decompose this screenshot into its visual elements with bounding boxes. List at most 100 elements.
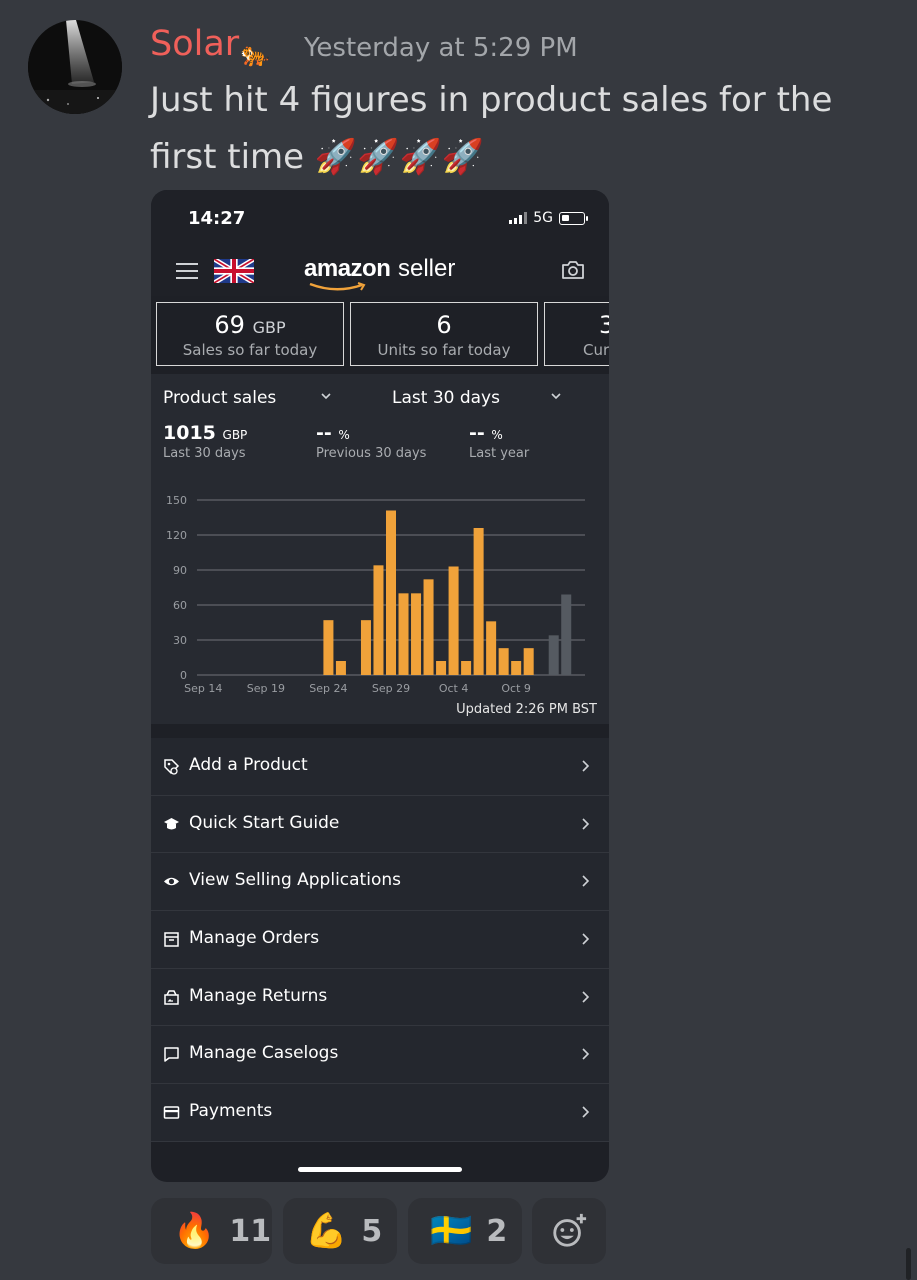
x-tick-label: Sep 19	[247, 682, 285, 695]
current-tile-cut-off[interactable]: 3 Curr	[544, 302, 609, 366]
chevron-right-icon	[582, 760, 590, 772]
scrollbar[interactable]	[906, 1248, 911, 1280]
metric-previous: -- % Previous 30 days	[316, 422, 427, 461]
chart-bar	[523, 648, 534, 675]
metric-current: 1015 GBP Last 30 days	[163, 422, 248, 461]
menu-item-label: View Selling Applications	[189, 870, 401, 891]
message-text: Just hit 4 figures in product sales for …	[150, 80, 833, 177]
updated-timestamp: Updated 2:26 PM BST	[456, 702, 597, 717]
menu-item-manage-returns[interactable]: Manage Returns	[151, 968, 609, 1027]
camera-icon[interactable]	[561, 260, 585, 280]
reaction-count: 5	[361, 1213, 383, 1249]
menu-item-quick-start-guide[interactable]: Quick Start Guide	[151, 795, 609, 854]
reaction-emoji: 💪	[305, 1211, 348, 1251]
menu-item-payments[interactable]: Payments	[151, 1084, 609, 1142]
message-timestamp[interactable]: Yesterday at 5:29 PM	[304, 33, 578, 63]
chart-bar	[398, 593, 409, 675]
menu-item-manage-caselogs[interactable]: Manage Caselogs	[151, 1026, 609, 1085]
add-reaction-button[interactable]	[532, 1198, 606, 1264]
menu-item-label: Add a Product	[189, 755, 308, 775]
menu-item-manage-orders[interactable]: Manage Orders	[151, 911, 609, 969]
chart-bar	[498, 648, 509, 675]
status-time: 14:27	[188, 208, 246, 229]
signal-icon	[509, 212, 528, 224]
menu-item-label: Manage Returns	[189, 985, 328, 1006]
reaction-pill[interactable]: 💪 5	[283, 1198, 397, 1264]
menu-item-label: Manage Orders	[189, 928, 320, 949]
chart-bar	[360, 620, 371, 675]
x-tick-label: Sep 14	[184, 682, 222, 695]
chart-bar	[323, 620, 334, 675]
reaction-pill[interactable]: 🔥 11	[151, 1198, 272, 1264]
chevron-right-icon	[582, 1106, 590, 1118]
chevron-right-icon	[582, 991, 590, 1003]
range-dropdown[interactable]: Last 30 days	[392, 388, 500, 408]
action-menu: Add a Product Quick Start Guide View Selli…	[151, 738, 609, 1142]
y-tick-label: 90	[173, 564, 187, 577]
kpi-tiles: 69 GBP Sales so far today 6 Units so far…	[156, 302, 609, 368]
chart-bar	[548, 635, 559, 675]
box-icon	[164, 932, 179, 947]
chevron-down-icon[interactable]	[320, 390, 332, 402]
y-tick-label: 0	[180, 669, 187, 682]
chart-bar	[423, 579, 434, 675]
reaction-count: 2	[486, 1213, 508, 1249]
amazon-seller-logo: amazon seller	[304, 254, 455, 291]
spotlight-image	[28, 20, 122, 114]
y-tick-label: 150	[166, 494, 187, 507]
chart-bar	[373, 565, 384, 675]
home-indicator	[298, 1167, 462, 1172]
x-tick-label: Sep 29	[372, 682, 410, 695]
eye-icon	[164, 878, 179, 886]
y-tick-label: 60	[173, 599, 187, 612]
attached-screenshot[interactable]: 14:27 5G amazon seller 69 GBP Sales so f…	[151, 190, 609, 1182]
chart-bar	[511, 661, 522, 675]
amazon-smile-icon	[309, 282, 366, 291]
tag-icon	[164, 759, 180, 775]
reaction-pill[interactable]: 🇸🇪 2	[408, 1198, 522, 1264]
x-tick-label: Oct 4	[439, 682, 469, 695]
battery-icon	[559, 211, 588, 225]
username[interactable]: Solar	[150, 24, 239, 64]
chart-bar	[385, 510, 397, 675]
reaction-emoji: 🇸🇪	[430, 1211, 473, 1251]
sales-chart-panel: Product sales Last 30 days 1015 GBP Last…	[151, 374, 609, 724]
menu-item-view-selling-applications[interactable]: View Selling Applications	[151, 853, 609, 912]
chart-bar	[411, 593, 422, 675]
chevron-down-icon[interactable]	[550, 390, 562, 402]
chart-bar	[436, 661, 447, 675]
user-badge-emoji: 🐅	[240, 40, 270, 68]
chart-bar	[461, 661, 472, 675]
metric-last-year: -- % Last year	[469, 422, 530, 461]
reaction-emoji: 🔥	[173, 1211, 216, 1251]
card-icon	[163, 1106, 180, 1119]
chevron-right-icon	[582, 1048, 590, 1061]
chart-bar	[473, 528, 484, 675]
y-tick-label: 120	[166, 529, 187, 542]
sales-today-tile[interactable]: 69 GBP Sales so far today	[156, 302, 344, 366]
menu-item-label: Payments	[189, 1101, 273, 1122]
chevron-right-icon	[582, 933, 590, 945]
y-tick-label: 30	[173, 634, 187, 647]
phone-status-bar: 14:27 5G	[151, 190, 609, 248]
chart-bar	[486, 621, 497, 675]
discord-message-view: Solar 🐅 Yesterday at 5:29 PM Just hit 4 …	[0, 0, 917, 1280]
sales-bar-chart: 0 30 60 90 120 150 Sep 14 Sep 19 Sep 24 Sep 29 Oct…	[166, 494, 585, 695]
menu-item-label: Manage Caselogs	[189, 1043, 339, 1064]
graduation-cap-icon	[164, 817, 179, 830]
chat-icon	[164, 1047, 179, 1063]
x-tick-label: Oct 9	[501, 682, 531, 695]
menu-item-add-a-product[interactable]: Add a Product	[151, 738, 609, 796]
reaction-count: 11	[229, 1213, 272, 1249]
chart-bar	[335, 661, 346, 675]
metric-dropdown[interactable]: Product sales	[163, 388, 276, 408]
add-reaction-icon	[553, 1213, 587, 1247]
return-box-icon	[164, 990, 179, 1005]
uk-flag-icon[interactable]	[214, 259, 254, 283]
menu-icon[interactable]	[176, 263, 198, 279]
x-tick-label: Sep 24	[309, 682, 347, 695]
app-navbar: amazon seller	[151, 248, 609, 296]
menu-item-label: Quick Start Guide	[189, 812, 340, 833]
units-today-tile[interactable]: 6 Units so far today	[350, 302, 538, 366]
user-avatar[interactable]	[28, 20, 122, 114]
